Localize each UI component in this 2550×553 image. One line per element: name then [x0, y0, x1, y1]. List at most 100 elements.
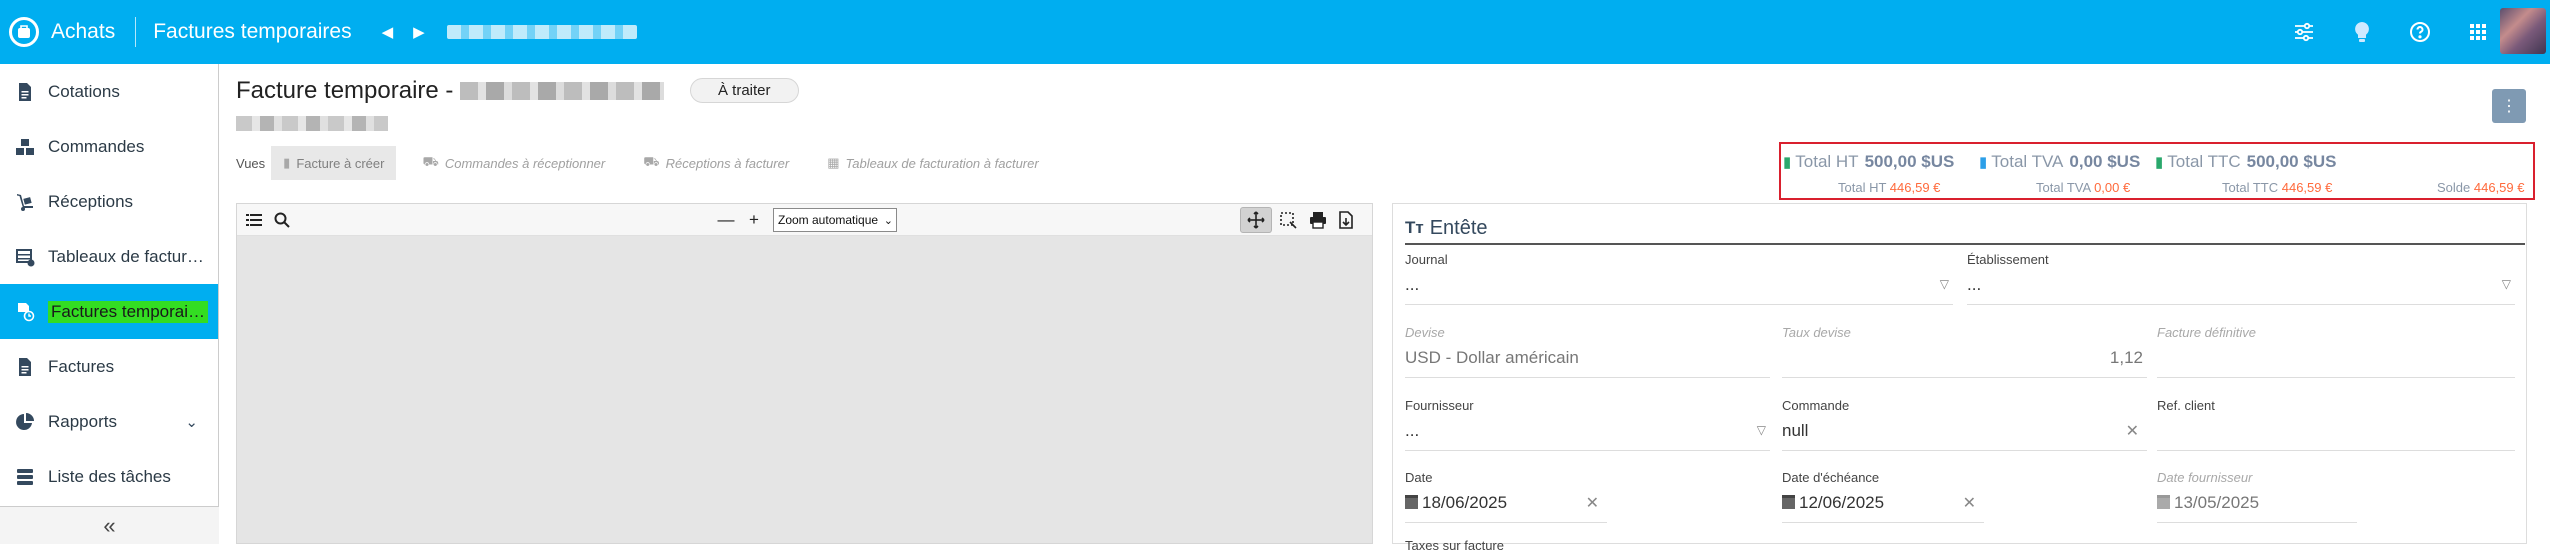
- print-icon[interactable]: [1305, 204, 1331, 236]
- divider: [135, 17, 137, 47]
- sidebar-toggle-icon[interactable]: [241, 204, 267, 236]
- sidebar-item-label: Factures: [48, 356, 115, 376]
- text-format-icon: Tт: [1405, 218, 1424, 237]
- solde: Solde 446,59 €: [2437, 180, 2524, 195]
- total-ttc-label: Total TTC: [2167, 152, 2241, 171]
- sidebar-item-receptions[interactable]: Réceptions: [0, 174, 218, 229]
- status-badge[interactable]: À traiter: [690, 78, 799, 103]
- total-tva: ▮ Total TVA 0,00 $US: [1979, 152, 2140, 172]
- view-tab-facture-a-creer[interactable]: ▮ Facture à créer: [271, 146, 397, 180]
- record-nav: ◀ ▶: [382, 23, 425, 41]
- view-tab-label: Facture à créer: [296, 155, 385, 171]
- sidebar-item-tableaux[interactable]: Tableaux de factur…: [0, 229, 218, 284]
- taxes-section-header: Taxes sur facture: [1405, 538, 1504, 553]
- field-underline: [1782, 522, 1984, 523]
- user-avatar[interactable]: [2500, 8, 2546, 54]
- boxes-icon: [14, 136, 36, 158]
- chevron-down-icon[interactable]: ⌄: [185, 413, 198, 431]
- dropdown-caret-icon[interactable]: ▽: [2502, 277, 2511, 291]
- etablissement-label: Établissement: [1967, 252, 2049, 267]
- selection-tool-icon[interactable]: [1275, 204, 1301, 236]
- sub-total-tva-value: 0,00 €: [2094, 180, 2131, 195]
- views-bar: Vues ▮ Facture à créer ⛟ Commandes à récep…: [236, 146, 1065, 180]
- zoom-select-value: Zoom automatique: [778, 213, 879, 227]
- sidebar-item-rapports[interactable]: Rapports ⌄: [0, 394, 218, 449]
- sidebar-item-label: Réceptions: [48, 191, 134, 211]
- etablissement-field[interactable]: Établissement ... ▽: [1967, 252, 2515, 305]
- devise-value-wrap: USD - Dollar américain: [1405, 348, 1770, 378]
- taux-devise-value: 1,12: [2109, 348, 2143, 367]
- ref-client-field[interactable]: Ref. client: [2157, 398, 2515, 451]
- sidebar-item-commandes[interactable]: Commandes: [0, 119, 218, 174]
- sub-total-ht-label: Total HT: [1838, 180, 1887, 195]
- view-tab-label: Réceptions à facturer: [665, 155, 790, 171]
- commande-label: Commande: [1782, 398, 1850, 413]
- sub-total-tva: Total TVA 0,00 €: [2036, 180, 2130, 195]
- more-actions-button[interactable]: ⋮: [2492, 89, 2526, 123]
- date-field[interactable]: Date 18/06/2025 ✕: [1405, 470, 1607, 523]
- zoom-select[interactable]: Zoom automatique ⌄: [773, 208, 897, 232]
- hand-tool-icon[interactable]: [1240, 207, 1272, 233]
- view-tab-label: Commandes à réceptionner: [444, 155, 606, 171]
- page-name: Factures temporaires: [153, 20, 352, 43]
- clear-icon[interactable]: ✕: [2126, 421, 2139, 441]
- dolly-icon: [14, 191, 36, 213]
- sidebar-item-taches[interactable]: Liste des tâches: [0, 449, 218, 504]
- sliders-icon[interactable]: [2291, 20, 2316, 45]
- total-ht-label: Total HT: [1795, 152, 1859, 171]
- journal-field[interactable]: Journal ... ▽: [1405, 252, 1953, 305]
- blurred-title-ref: [460, 82, 664, 100]
- fournisseur-label: Fournisseur: [1405, 398, 1474, 413]
- date-echeance-label: Date d'échéance: [1782, 470, 1880, 485]
- apps-grid-icon[interactable]: [2465, 20, 2490, 45]
- sidebar-item-label: Commandes: [48, 136, 145, 156]
- devise-label: Devise: [1405, 325, 1445, 340]
- sub-total-ht-value: 446,59 €: [1889, 180, 1941, 195]
- journal-value: ...: [1405, 275, 1420, 294]
- sidebar-item-factures[interactable]: Factures: [0, 339, 218, 394]
- document-icon: [14, 81, 36, 103]
- chevron-down-icon: ⌄: [883, 214, 893, 227]
- clear-icon[interactable]: ✕: [1963, 493, 1976, 513]
- sub-total-ht: Total HT 446,59 €: [1838, 180, 1940, 195]
- download-icon[interactable]: [1333, 204, 1359, 236]
- next-arrow-icon[interactable]: ▶: [413, 23, 425, 41]
- app-name[interactable]: Achats: [51, 20, 115, 44]
- total-ht: ▮ Total HT 500,00 $US: [1783, 152, 1954, 172]
- field-underline: [1782, 377, 2147, 378]
- sidebar: Cotations Commandes Réceptions Tableaux …: [0, 64, 219, 544]
- view-tab-receptions-a-facturer[interactable]: ⛟ Réceptions à facturer: [631, 146, 801, 180]
- sidebar-item-factures-temporaires[interactable]: Factures temporai…: [0, 284, 218, 339]
- sidebar-item-label: Cotations: [48, 81, 120, 101]
- sidebar-item-cotations[interactable]: Cotations: [0, 64, 218, 119]
- totals-panel: ▮ Total HT 500,00 $US ▮ Total TVA 0,00 $US ▮…: [1779, 142, 2535, 200]
- sub-total-ttc-value: 446,59 €: [2281, 180, 2333, 195]
- document-icon: ▮: [1783, 154, 1792, 171]
- taux-devise-field: Taux devise 1,12: [1782, 325, 2147, 378]
- zoom-out-button[interactable]: —: [713, 204, 739, 236]
- date-fournisseur-value: 13/05/2025: [2174, 493, 2260, 512]
- fournisseur-field[interactable]: Fournisseur ... ▽: [1405, 398, 1770, 451]
- field-underline: [2157, 522, 2357, 523]
- search-icon[interactable]: [269, 204, 295, 236]
- lightbulb-icon[interactable]: [2349, 20, 2374, 45]
- fournisseur-value: ...: [1405, 421, 1420, 440]
- calendar-icon: [1782, 495, 1795, 509]
- commande-field[interactable]: Commande null ✕: [1782, 398, 2147, 451]
- journal-label: Journal: [1405, 252, 1448, 267]
- tasks-icon: [14, 466, 36, 488]
- journal-value-wrap: ... ▽: [1405, 275, 1953, 305]
- top-actions: [2291, 0, 2490, 64]
- previous-arrow-icon[interactable]: ◀: [382, 23, 394, 41]
- doc-clock-icon: [14, 301, 36, 323]
- app-logo-icon[interactable]: [9, 17, 39, 47]
- help-circle-icon[interactable]: [2407, 20, 2432, 45]
- collapse-sidebar-button[interactable]: «: [0, 506, 219, 544]
- dropdown-caret-icon[interactable]: ▽: [1940, 277, 1949, 291]
- view-tab-commandes-a-receptionner[interactable]: ⛟ Commandes à réceptionner: [410, 146, 617, 180]
- clear-icon[interactable]: ✕: [1586, 493, 1599, 513]
- zoom-in-button[interactable]: +: [741, 204, 767, 236]
- view-tab-tableaux-a-facturer[interactable]: ▦ Tableaux de facturation à facturer: [815, 146, 1051, 180]
- dropdown-caret-icon[interactable]: ▽: [1757, 423, 1766, 437]
- date-echeance-field[interactable]: Date d'échéance 12/06/2025 ✕: [1782, 470, 1984, 523]
